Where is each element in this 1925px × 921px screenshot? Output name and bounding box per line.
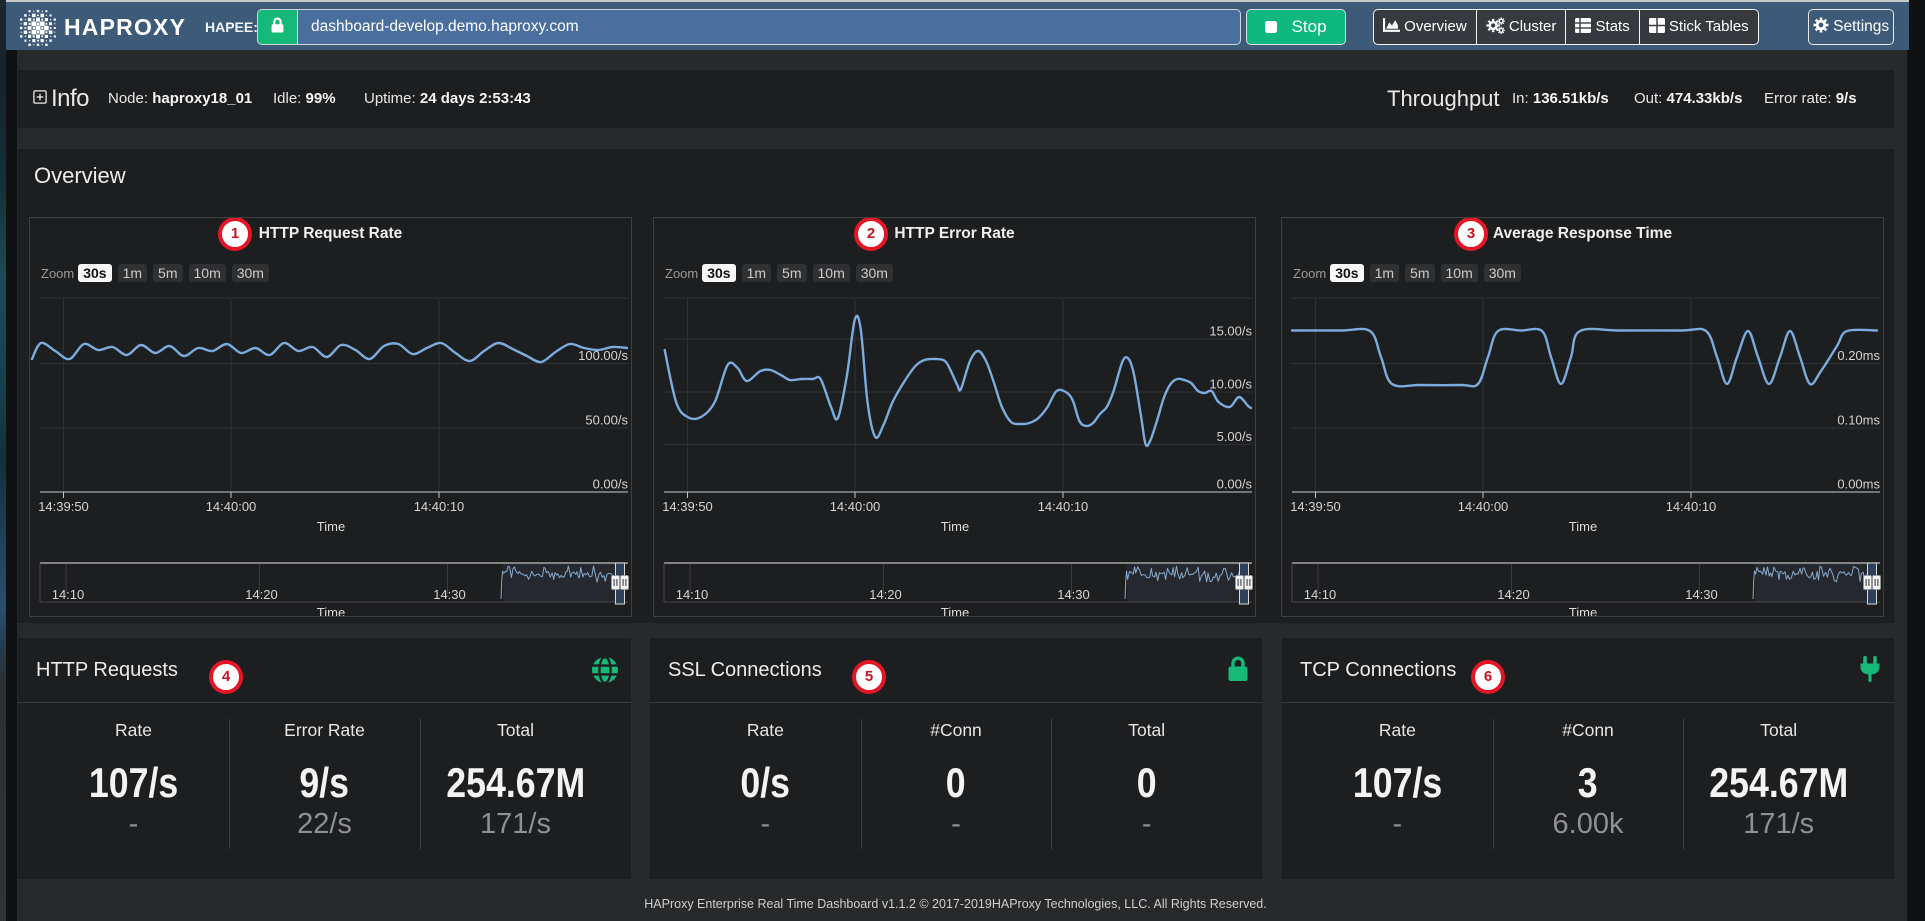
svg-text:14:10: 14:10 xyxy=(1304,587,1337,602)
svg-text:Time: Time xyxy=(941,605,969,617)
svg-text:14:20: 14:20 xyxy=(869,587,902,602)
svg-text:14:10: 14:10 xyxy=(676,587,709,602)
svg-text:14:30: 14:30 xyxy=(433,587,466,602)
svg-text:Time: Time xyxy=(1569,605,1597,617)
svg-text:14:40:00: 14:40:00 xyxy=(1458,499,1509,514)
svg-text:0.00/s: 0.00/s xyxy=(593,477,629,492)
svg-text:14:40:00: 14:40:00 xyxy=(830,499,881,514)
svg-text:14:10: 14:10 xyxy=(52,587,85,602)
svg-text:Time: Time xyxy=(941,519,969,534)
svg-text:Time: Time xyxy=(1569,519,1597,534)
svg-text:14:39:50: 14:39:50 xyxy=(1290,499,1341,514)
svg-text:0.00/s: 0.00/s xyxy=(1217,477,1253,492)
svg-text:5.00/s: 5.00/s xyxy=(1217,429,1253,444)
svg-text:0.10ms: 0.10ms xyxy=(1837,413,1880,428)
svg-text:14:40:10: 14:40:10 xyxy=(1038,499,1089,514)
svg-text:14:39:50: 14:39:50 xyxy=(662,499,713,514)
svg-text:14:20: 14:20 xyxy=(245,587,278,602)
svg-text:14:30: 14:30 xyxy=(1057,587,1090,602)
svg-text:14:39:50: 14:39:50 xyxy=(38,499,89,514)
svg-text:Time: Time xyxy=(317,519,345,534)
svg-text:14:40:10: 14:40:10 xyxy=(1666,499,1717,514)
svg-text:100.00/s: 100.00/s xyxy=(578,348,628,363)
svg-text:14:40:10: 14:40:10 xyxy=(414,499,465,514)
svg-text:15.00/s: 15.00/s xyxy=(1209,324,1252,339)
svg-text:14:20: 14:20 xyxy=(1497,587,1530,602)
svg-text:Time: Time xyxy=(317,605,345,617)
svg-text:0.20ms: 0.20ms xyxy=(1837,348,1880,363)
svg-text:14:30: 14:30 xyxy=(1685,587,1718,602)
svg-text:50.00/s: 50.00/s xyxy=(585,413,628,428)
svg-text:10.00/s: 10.00/s xyxy=(1209,377,1252,392)
svg-text:14:40:00: 14:40:00 xyxy=(206,499,257,514)
svg-text:0.00ms: 0.00ms xyxy=(1837,477,1880,492)
